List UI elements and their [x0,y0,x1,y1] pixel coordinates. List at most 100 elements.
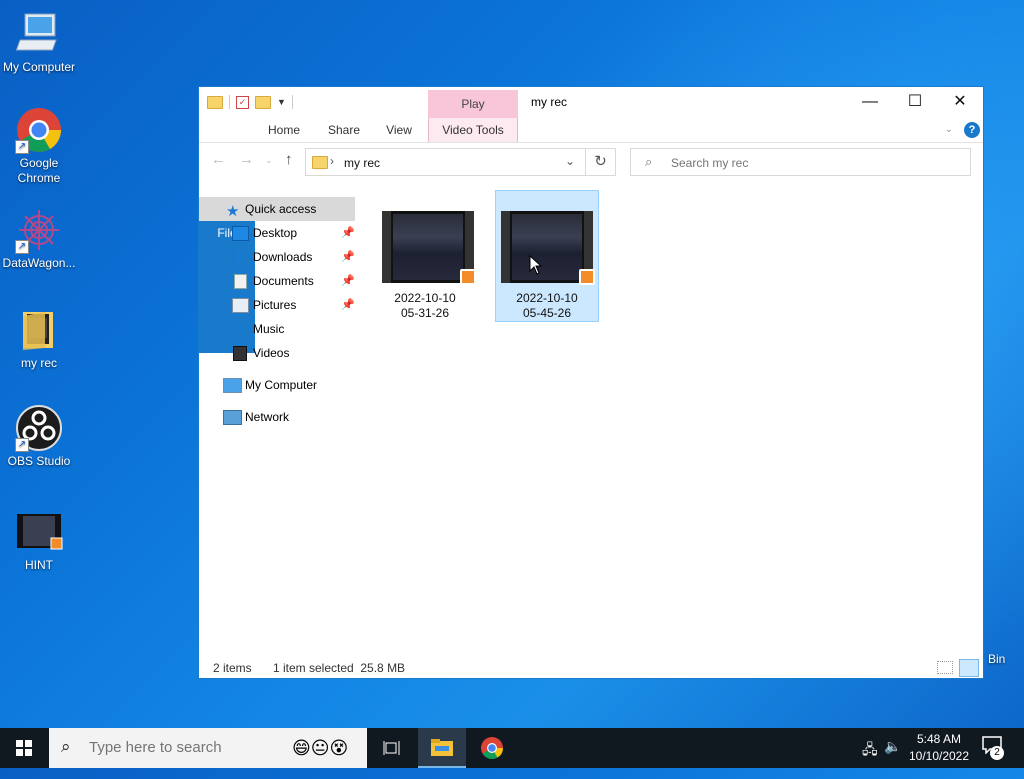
help-icon[interactable]: ? [964,122,980,138]
chevron-down-icon[interactable]: ▼ [277,97,286,107]
nav-item-videos[interactable]: Videos [199,341,359,365]
address-bar[interactable]: › my rec ⌄ [305,148,586,176]
nav-label: Documents [253,274,314,288]
minimize-button[interactable]: — [847,87,893,117]
window-title: my rec [531,95,567,109]
recycle-bin-label[interactable]: Bin [988,652,1005,666]
obs-icon: ↗ [15,404,63,452]
shortcut-arrow-icon: ↗ [15,140,29,154]
divider [291,95,293,109]
desktop-icon-my-computer[interactable]: My Computer [0,10,78,75]
desktop-icon-label: HINT [25,558,53,572]
task-view-button[interactable] [368,728,416,768]
pin-icon[interactable]: 📌 [341,293,355,317]
datawagon-icon: ↗ [15,206,63,254]
expand-ribbon-icon[interactable]: ⌄ [941,118,957,142]
pin-icon[interactable]: 📌 [341,221,355,245]
divider [229,95,230,109]
document-icon [234,274,247,289]
chrome-icon [481,737,503,759]
desktop-icon-label: My Computer [2,60,76,74]
desktop-icon [232,226,249,241]
clock-date: 10/10/2022 [908,749,970,763]
properties-icon[interactable]: ✓ [236,95,249,109]
up-arrow-icon[interactable]: ↑ [285,151,293,168]
desktop-icon-obs-studio[interactable]: ↗ OBS Studio [0,404,78,469]
nav-item-downloads[interactable]: ⬇ Downloads 📌 [199,245,359,269]
breadcrumb-my-rec[interactable]: my rec [344,156,380,170]
nav-item-network[interactable]: Network [199,405,359,429]
desktop-icon-label: OBS Studio [7,454,71,468]
volume-icon[interactable]: 🔈 [884,738,901,778]
file-item[interactable]: 2022-10-10 05-31-26 [373,190,477,322]
task-view-icon [383,741,400,755]
nav-item-my-computer[interactable]: My Computer [199,373,359,397]
explorer-window: ✓ ▼ Play my rec — ☐ ✕ File Home Share Vi… [198,86,984,679]
tab-video-tools[interactable]: Video Tools [431,118,515,142]
taskbar-search-input[interactable] [87,738,281,757]
search-icon: ⌕ [645,154,653,169]
play-badge-icon [460,269,476,285]
video-file-icon [15,508,63,556]
context-tab-play[interactable]: Play [428,90,518,118]
close-button[interactable]: ✕ [937,87,983,117]
forward-arrow-icon[interactable]: → [239,151,254,168]
folder-icon [15,306,63,354]
selection-info: 1 item selected 25.8 MB [273,661,406,675]
file-name-line: 05-31-26 [400,306,450,320]
mouse-cursor-icon [529,255,543,275]
maximize-button[interactable]: ☐ [892,87,938,117]
search-highlight-emoji-icon[interactable]: 😄😐😵 [292,738,348,759]
taskbar: ⌕ 😄😐😵 🖧 🔈 5:48 AM 10/10/2022 2 [0,728,1024,768]
search-input[interactable] [669,155,963,171]
shortcut-arrow-icon: ↗ [15,240,29,254]
taskbar-file-explorer[interactable] [418,728,466,768]
shortcut-arrow-icon: ↗ [15,438,29,452]
computer-icon [223,378,242,393]
address-dropdown-icon[interactable]: ⌄ [565,154,575,168]
quick-access-toolbar: ✓ ▼ [207,95,293,109]
desktop-icon-label: DataWagon... [2,256,76,270]
nav-item-documents[interactable]: Documents 📌 [199,269,359,293]
details-view-icon[interactable] [937,661,953,674]
network-tray-icon[interactable]: 🖧 [862,739,878,779]
desktop-icon-google-chrome[interactable]: ↗ Google Chrome [0,106,78,186]
start-button[interactable] [0,728,48,768]
video-thumbnail [382,211,476,285]
video-frame [393,214,463,280]
file-name: 2022-10-10 05-31-26 [373,291,477,321]
desktop-icon-datawagon[interactable]: ↗ DataWagon... [0,206,78,271]
taskbar-search-box[interactable]: ⌕ 😄😐😵 [49,728,367,768]
file-item-selected[interactable]: 2022-10-10 05-45-26 [495,190,599,322]
film-strip [382,211,391,283]
clock-time: 5:48 AM [916,732,962,746]
nav-quick-access[interactable]: ★ Quick access [199,197,355,221]
navigation-pane: ★ Quick access Desktop 📌 ⬇ Downloads 📌 D… [199,197,359,429]
pin-icon[interactable]: 📌 [341,245,355,269]
pin-icon[interactable]: 📌 [341,269,355,293]
large-icons-view-icon[interactable] [959,659,979,677]
tab-view[interactable]: View [377,118,421,142]
nav-item-desktop[interactable]: Desktop 📌 [199,221,359,245]
back-arrow-icon[interactable]: ← [211,151,226,168]
recent-locations-chevron-icon[interactable]: ⌄ [265,155,273,166]
new-folder-icon[interactable] [255,95,271,109]
play-badge-icon [579,269,595,285]
notification-center-button[interactable]: 2 [982,736,1006,776]
system-clock[interactable]: 5:48 AM 10/10/2022 [906,731,972,765]
tab-share[interactable]: Share [319,118,369,142]
nav-item-music[interactable]: ♪ Music [199,317,359,341]
item-count: 2 items [213,661,252,675]
file-name-line: 05-45-26 [522,306,572,320]
nav-label: Music [253,322,285,336]
desktop-icon-hint[interactable]: HINT [0,508,78,573]
breadcrumb-separator-icon: › [330,154,334,168]
tab-home[interactable]: Home [259,118,309,142]
refresh-button[interactable]: ↻ [586,148,616,176]
search-box[interactable]: ⌕ [630,148,971,176]
desktop-icon-my-rec[interactable]: my rec [0,306,78,371]
nav-item-pictures[interactable]: Pictures 📌 [199,293,359,317]
download-arrow-icon: ⬇ [232,250,246,267]
taskbar-chrome[interactable] [468,728,516,768]
nav-label: Desktop [253,226,298,240]
